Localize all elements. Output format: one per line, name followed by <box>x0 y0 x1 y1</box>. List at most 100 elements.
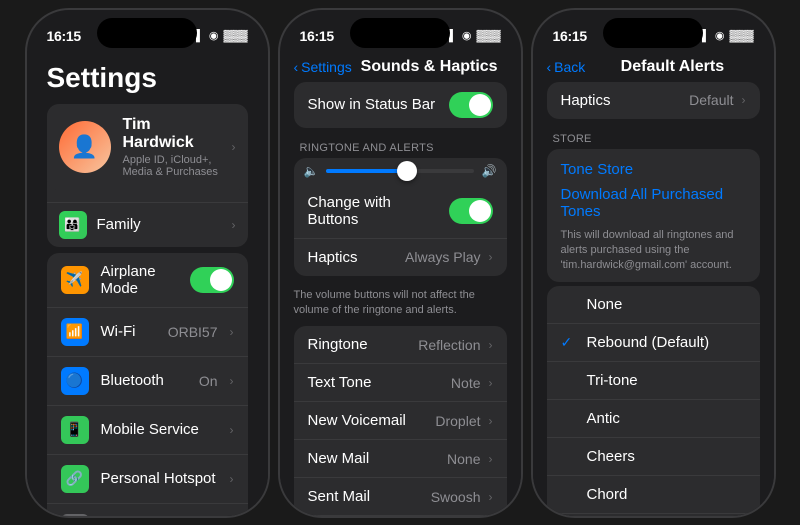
network-section: ✈️ Airplane Mode 📶 Wi-Fi ORBI57 › 🔵 Blue… <box>47 253 248 516</box>
tritone-label: Tri-tone <box>587 372 638 389</box>
tone-tritone[interactable]: Tri-tone <box>547 362 760 400</box>
family-icon: 👨‍👩‍👧 <box>59 211 87 239</box>
voicemail-chevron: › <box>489 414 493 428</box>
tone-none[interactable]: None <box>547 286 760 324</box>
sounds-screen: ‹ Settings Sounds & Haptics Show in Stat… <box>280 54 521 516</box>
phone-sounds: 16:15 ▐▌▌ ◉ ▓▓▓ ‹ Settings Sounds & Hapt… <box>278 8 523 518</box>
avatar: 👤 <box>59 121 111 173</box>
none-check <box>561 296 579 312</box>
volume-note: The volume buttons will not affect the v… <box>280 284 521 327</box>
download-all-link[interactable]: Download All Purchased Tones <box>561 182 746 224</box>
alerts-back-button[interactable]: ‹ Back <box>547 59 586 75</box>
phone-default-alerts: 16:15 ▐▌▌ ◉ ▓▓▓ ‹ Back Default Alerts Ha… <box>531 8 776 518</box>
tone-list: None ✓ Rebound (Default) Tri-tone Antic … <box>547 286 760 516</box>
sent-mail-chevron: › <box>489 490 493 504</box>
new-mail-chevron: › <box>489 452 493 466</box>
show-status-toggle[interactable] <box>449 92 493 118</box>
airplane-label: Airplane Mode <box>101 263 178 297</box>
volume-low-icon: 🔈 <box>304 164 319 178</box>
profile-subtitle: Apple ID, iCloud+, Media & Purchases <box>123 154 220 178</box>
profile-name: Tim Hardwick <box>123 116 220 152</box>
voicemail-row[interactable]: New Voicemail Droplet › <box>294 402 507 440</box>
chord-check <box>561 486 579 502</box>
antic-check <box>561 410 579 426</box>
profile-group[interactable]: 👤 Tim Hardwick Apple ID, iCloud+, Media … <box>47 104 248 247</box>
new-mail-row[interactable]: New Mail None › <box>294 440 507 478</box>
haptics-group: Haptics Default › <box>547 82 760 119</box>
vpn-row[interactable]: 🔒 VPN Connected › <box>47 504 248 516</box>
mobile-chevron: › <box>230 423 234 437</box>
status-time-2: 16:15 <box>300 28 334 44</box>
airplane-icon: ✈️ <box>61 266 89 294</box>
wifi-row[interactable]: 📶 Wi-Fi ORBI57 › <box>47 308 248 357</box>
wifi-icon-3: ◉ <box>715 29 725 42</box>
cheers-label: Cheers <box>587 448 635 465</box>
change-buttons-toggle[interactable] <box>449 198 493 224</box>
change-buttons-label: Change with Buttons <box>308 194 441 228</box>
status-bar-row[interactable]: Show in Status Bar <box>294 82 507 128</box>
tone-store-link[interactable]: Tone Store <box>561 157 746 182</box>
rebound-check: ✓ <box>561 334 579 351</box>
haptics-setting-chevron: › <box>742 93 746 107</box>
tone-chord[interactable]: Chord <box>547 476 760 514</box>
tone-droplet[interactable]: Droplet <box>547 514 760 516</box>
haptics-chevron: › <box>489 250 493 264</box>
sent-mail-label: Sent Mail <box>308 488 423 505</box>
family-label: Family <box>97 216 222 233</box>
status-time-3: 16:15 <box>553 28 587 44</box>
default-alerts-screen: ‹ Back Default Alerts Haptics Default › … <box>533 54 774 516</box>
family-row[interactable]: 👨‍👩‍👧 Family › <box>47 202 248 247</box>
vpn-icon: 🔒 <box>61 514 89 516</box>
hotspot-icon: 🔗 <box>61 465 89 493</box>
tone-rebound[interactable]: ✓ Rebound (Default) <box>547 324 760 362</box>
wifi-icon: ◉ <box>209 29 219 42</box>
bluetooth-value: On <box>199 373 218 389</box>
new-mail-label: New Mail <box>308 450 440 467</box>
back-label-3: Back <box>554 59 585 75</box>
ringtone-value: Reflection <box>418 337 480 353</box>
profile-card[interactable]: 👤 Tim Hardwick Apple ID, iCloud+, Media … <box>47 104 248 190</box>
dynamic-island-2 <box>350 18 450 48</box>
ringtone-group: 🔈 🔊 Change with Buttons Haptics Always P… <box>294 158 507 276</box>
back-chevron-3: ‹ <box>547 59 552 75</box>
bluetooth-label: Bluetooth <box>101 372 187 389</box>
bluetooth-row[interactable]: 🔵 Bluetooth On › <box>47 357 248 406</box>
airplane-toggle[interactable] <box>190 267 234 293</box>
mobile-row[interactable]: 📱 Mobile Service › <box>47 406 248 455</box>
volume-slider-track[interactable] <box>326 169 473 173</box>
ringtone-section-header: RINGTONE AND ALERTS <box>280 136 521 158</box>
hotspot-chevron: › <box>230 472 234 486</box>
ringtone-row[interactable]: Ringtone Reflection › <box>294 326 507 364</box>
store-group: Tone Store Download All Purchased Tones … <box>547 149 760 282</box>
hotspot-row[interactable]: 🔗 Personal Hotspot › <box>47 455 248 504</box>
profile-info: Tim Hardwick Apple ID, iCloud+, Media & … <box>123 116 220 178</box>
alerts-nav: ‹ Back Default Alerts <box>533 54 774 82</box>
haptics-row[interactable]: Haptics Always Play › <box>294 239 507 276</box>
back-label: Settings <box>301 59 352 75</box>
change-buttons-row[interactable]: Change with Buttons <box>294 184 507 239</box>
haptics-value: Always Play <box>405 249 480 265</box>
store-section-header: STORE <box>533 127 774 149</box>
phone-settings: 16:15 ▐▌▌ ◉ ▓▓▓ Settings 👤 Tim Hardwick … <box>25 8 270 518</box>
sounds-back-button[interactable]: ‹ Settings <box>294 59 352 75</box>
rebound-label: Rebound (Default) <box>587 334 710 351</box>
haptics-setting-row[interactable]: Haptics Default › <box>547 82 760 119</box>
antic-label: Antic <box>587 410 620 427</box>
dynamic-island-3 <box>603 18 703 48</box>
sent-mail-value: Swoosh <box>431 489 481 505</box>
dynamic-island <box>97 18 197 48</box>
volume-slider-thumb[interactable] <box>397 161 417 181</box>
tritone-check <box>561 372 579 388</box>
text-tone-value: Note <box>451 375 481 391</box>
cheers-check <box>561 448 579 464</box>
tone-antic[interactable]: Antic <box>547 400 760 438</box>
chord-label: Chord <box>587 486 628 503</box>
alerts-title: Default Alerts <box>585 58 759 76</box>
sent-mail-row[interactable]: Sent Mail Swoosh › <box>294 478 507 515</box>
text-tone-row[interactable]: Text Tone Note › <box>294 364 507 402</box>
battery-icon-2: ▓▓▓ <box>476 30 500 42</box>
tone-cheers[interactable]: Cheers <box>547 438 760 476</box>
airplane-row[interactable]: ✈️ Airplane Mode <box>47 253 248 308</box>
bluetooth-chevron: › <box>230 374 234 388</box>
bluetooth-icon: 🔵 <box>61 367 89 395</box>
